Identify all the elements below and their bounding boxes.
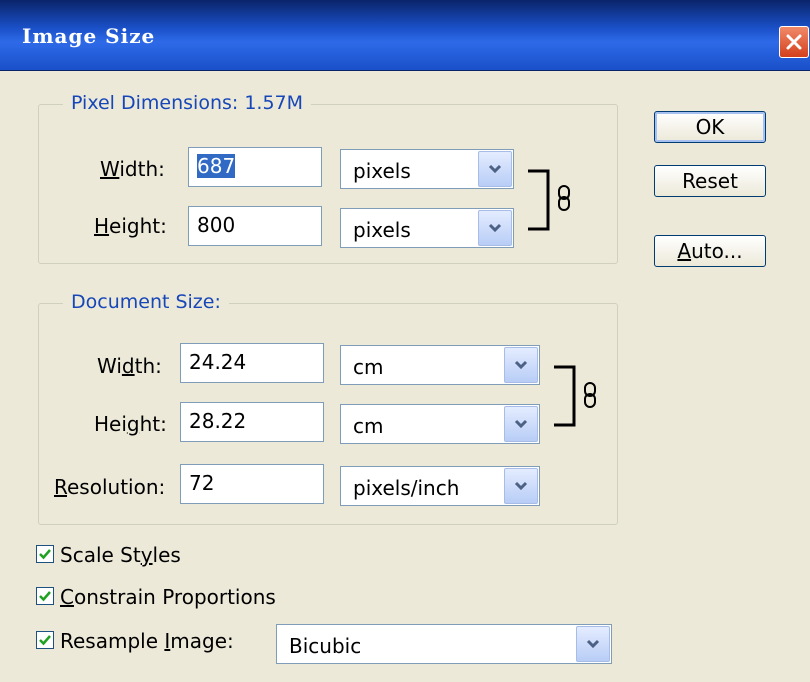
checkmark-icon bbox=[39, 635, 51, 646]
pixel-height-label: Height: bbox=[94, 214, 167, 238]
checkmark-icon bbox=[39, 549, 51, 560]
doc-width-unit-select[interactable]: cm bbox=[340, 345, 540, 385]
doc-width-input[interactable]: 24.24 bbox=[180, 343, 324, 383]
scale-styles-label: Scale Styles bbox=[60, 543, 181, 567]
link-icon bbox=[584, 382, 596, 408]
reset-button[interactable]: Reset bbox=[654, 165, 766, 197]
resolution-label: Resolution: bbox=[54, 475, 166, 499]
resolution-unit-select[interactable]: pixels/inch bbox=[340, 466, 540, 506]
dialog-title: Image Size bbox=[22, 24, 156, 48]
close-icon bbox=[786, 34, 802, 50]
chevron-down-icon bbox=[488, 164, 502, 174]
pixel-width-input[interactable]: 687 bbox=[188, 147, 322, 187]
dropdown-button[interactable] bbox=[504, 468, 538, 504]
doc-height-label: Height: bbox=[94, 412, 167, 436]
dropdown-button[interactable] bbox=[504, 406, 538, 442]
ok-button[interactable]: OK bbox=[654, 111, 766, 143]
chevron-down-icon bbox=[514, 360, 528, 370]
chevron-down-icon bbox=[514, 419, 528, 429]
close-button[interactable] bbox=[779, 26, 809, 58]
pixel-dimensions-title: Pixel Dimensions: 1.57M bbox=[63, 92, 312, 114]
doc-height-unit-select[interactable]: cm bbox=[340, 404, 540, 444]
resample-image-checkbox[interactable] bbox=[36, 631, 54, 649]
chevron-down-icon bbox=[488, 223, 502, 233]
constrain-proportions-checkbox[interactable] bbox=[36, 587, 54, 605]
chevron-down-icon bbox=[514, 481, 528, 491]
constrain-bracket bbox=[528, 169, 550, 231]
dropdown-button[interactable] bbox=[504, 347, 538, 383]
dropdown-button[interactable] bbox=[478, 151, 512, 187]
auto-button[interactable]: Auto... bbox=[654, 235, 766, 267]
document-size-title: Document Size: bbox=[63, 291, 229, 313]
dropdown-button[interactable] bbox=[576, 626, 610, 662]
title-bar[interactable]: Image Size bbox=[0, 0, 810, 71]
constrain-bracket bbox=[554, 365, 576, 427]
pixel-width-unit-select[interactable]: pixels bbox=[340, 149, 514, 189]
link-icon bbox=[558, 185, 570, 211]
chevron-down-icon bbox=[586, 639, 600, 649]
doc-height-input[interactable]: 28.22 bbox=[180, 402, 324, 442]
resample-image-label: Resample Image: bbox=[60, 629, 234, 653]
resample-method-select[interactable]: Bicubic bbox=[276, 624, 612, 664]
pixel-width-label: Width: bbox=[100, 157, 165, 181]
scale-styles-checkbox[interactable] bbox=[36, 545, 54, 563]
resolution-input[interactable]: 72 bbox=[180, 464, 324, 504]
dialog-body: Pixel Dimensions: 1.57M Width: 687 pixel… bbox=[0, 71, 810, 682]
pixel-height-input[interactable]: 800 bbox=[188, 206, 322, 246]
doc-width-label: Width: bbox=[97, 354, 162, 378]
dropdown-button[interactable] bbox=[478, 210, 512, 246]
checkmark-icon bbox=[39, 591, 51, 602]
constrain-proportions-label: Constrain Proportions bbox=[60, 585, 276, 609]
pixel-height-unit-select[interactable]: pixels bbox=[340, 208, 514, 248]
